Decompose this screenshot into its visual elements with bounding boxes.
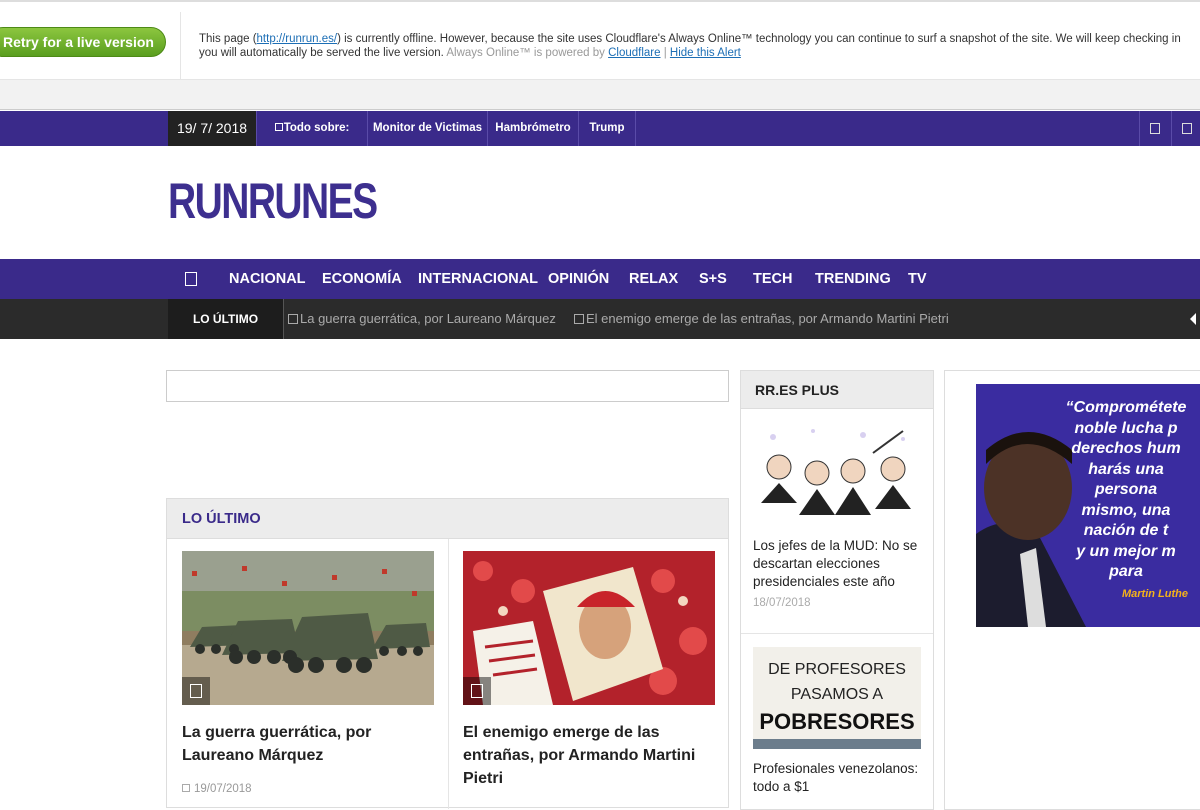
nav-tv[interactable]: TV xyxy=(908,259,927,299)
sidebar-title: RR.ES PLUS xyxy=(741,371,933,409)
ticker-item[interactable]: El enemigo emerge de las entrañas, por A… xyxy=(574,299,949,339)
article-title[interactable]: El enemigo emerge de las entrañas, por A… xyxy=(463,721,725,790)
search-box[interactable] xyxy=(166,370,729,402)
rres-plus-sidebar: RR.ES PLUS Los jefes de la MUD: No se de… xyxy=(740,370,934,810)
article-title[interactable]: La guerra guerrática, por Laureano Márqu… xyxy=(182,721,444,767)
ticker-item[interactable]: La guerra guerrática, por Laureano Márqu… xyxy=(288,299,556,339)
retry-live-button[interactable]: Retry for a live version xyxy=(0,27,166,57)
rally-photo xyxy=(463,551,715,705)
quote-line: mismo, una xyxy=(1081,501,1171,519)
section-title: LO ÚLTIMO xyxy=(167,499,728,539)
topbar-link-monitor[interactable]: Monitor de Victimas xyxy=(368,111,488,146)
article-date: 19/07/2018 xyxy=(182,783,252,795)
banner-divider xyxy=(180,12,181,80)
sign-line: POBRESORES xyxy=(759,709,914,734)
article-image-rally[interactable] xyxy=(463,551,715,705)
quote-line: y un mejor m xyxy=(1076,542,1176,560)
protest-sign-photo: DE PROFESORES PASAMOS A POBRESORES xyxy=(753,647,921,749)
plus-article-date: 18/07/2018 xyxy=(753,597,811,609)
news-ticker: LO ÚLTIMO La guerra guerrática, por Laur… xyxy=(0,299,1200,339)
banner-spacer xyxy=(0,80,1200,110)
nav-ss[interactable]: S+S xyxy=(699,259,727,299)
social-icon-glyph xyxy=(1182,123,1192,134)
sign-line: PASAMOS A xyxy=(791,686,884,703)
todo-sobre-text: Todo sobre: xyxy=(283,122,350,134)
cloudflare-link[interactable]: Cloudflare xyxy=(608,47,660,59)
social-icon-glyph xyxy=(1150,123,1160,134)
nav-tech[interactable]: TECH xyxy=(753,259,792,299)
document-icon xyxy=(574,314,584,324)
message-part: you will automatically be served the liv… xyxy=(199,47,444,59)
home-icon[interactable] xyxy=(185,272,197,286)
site-logo[interactable]: RUNRUNES xyxy=(168,172,378,230)
message-part: This page ( xyxy=(199,33,257,45)
lo-ultimo-section: LO ÚLTIMO La guerra guerrática, por Laur… xyxy=(166,498,729,809)
mlk-quote-ad[interactable]: “Comprométete noble lucha p derechos hum… xyxy=(976,384,1200,627)
social-icon[interactable] xyxy=(1171,111,1200,146)
nav-internacional[interactable]: INTERNACIONAL xyxy=(418,259,538,299)
article-date-text: 19/07/2018 xyxy=(194,783,252,795)
hide-alert-link[interactable]: Hide this Alert xyxy=(670,47,741,59)
plus-article-title[interactable]: Los jefes de la MUD: No se descartan ele… xyxy=(753,537,928,591)
tanks-photo xyxy=(182,551,434,705)
nav-trending[interactable]: TRENDING xyxy=(815,259,891,299)
site-url-link[interactable]: http://runrun.es/ xyxy=(257,33,338,45)
main-nav: NACIONAL ECONOMÍA INTERNACIONAL OPINIÓN … xyxy=(0,259,1200,299)
camera-icon xyxy=(463,677,491,705)
ad-quote: “Comprométete noble lucha p derechos hum… xyxy=(976,398,1200,583)
message-part: ) is currently offline. However, because… xyxy=(337,33,1181,45)
ticker-label: LO ÚLTIMO xyxy=(168,299,284,339)
nav-nacional[interactable]: NACIONAL xyxy=(229,259,306,299)
ticker-item-text: La guerra guerrática, por Laureano Márqu… xyxy=(300,311,556,326)
browser-top-edge xyxy=(0,0,1200,2)
nav-opinion[interactable]: OPINIÓN xyxy=(548,259,609,299)
always-online-banner: Retry for a live version This page (http… xyxy=(0,12,1200,80)
banner-message: This page (http://runrun.es/) is current… xyxy=(199,32,1200,60)
todo-sobre-label: Todo sobre: xyxy=(256,111,368,146)
calendar-icon xyxy=(182,784,190,792)
sign-line: DE PROFESORES xyxy=(768,661,906,678)
todo-sobre-icon xyxy=(274,123,283,131)
quote-line: persona xyxy=(1094,481,1158,498)
quote-line: noble lucha p xyxy=(1074,419,1178,437)
caricature-illustration xyxy=(753,423,921,519)
quote-line: para xyxy=(1109,563,1143,580)
ticker-item-text: El enemigo emerge de las entrañas, por A… xyxy=(586,311,949,326)
link-separator: | xyxy=(663,47,667,59)
column-divider xyxy=(448,539,449,809)
plus-article-title[interactable]: Profesionales venezolanos: todo a $1 xyxy=(753,760,928,796)
camera-icon xyxy=(182,677,210,705)
ticker-prev-icon[interactable] xyxy=(1190,313,1196,325)
nav-economia[interactable]: ECONOMÍA xyxy=(322,259,402,299)
quote-line: “Comprométete xyxy=(1065,399,1187,416)
plus-image-profesores[interactable]: DE PROFESORES PASAMOS A POBRESORES xyxy=(753,647,921,749)
ad-author: Martin Luthe xyxy=(1122,588,1188,600)
quote-line: harás una xyxy=(1088,460,1164,478)
document-icon xyxy=(288,314,298,324)
topbar-link-hambrometro[interactable]: Hambrómetro xyxy=(488,111,579,146)
current-date: 19/ 7/ 2018 xyxy=(168,111,256,146)
nav-relax[interactable]: RELAX xyxy=(629,259,678,299)
powered-by-text: Always Online™ is powered by xyxy=(446,47,605,59)
social-icon[interactable] xyxy=(1139,111,1171,146)
sidebar-divider xyxy=(741,633,933,634)
quote-line: nación de t xyxy=(1083,522,1169,539)
article-image-tanks[interactable] xyxy=(182,551,434,705)
top-bar: 19/ 7/ 2018 Todo sobre: Monitor de Victi… xyxy=(0,111,1200,146)
quote-line: derechos hum xyxy=(1071,440,1181,457)
plus-image-mud[interactable] xyxy=(753,423,921,519)
topbar-link-trump[interactable]: Trump xyxy=(579,111,636,146)
